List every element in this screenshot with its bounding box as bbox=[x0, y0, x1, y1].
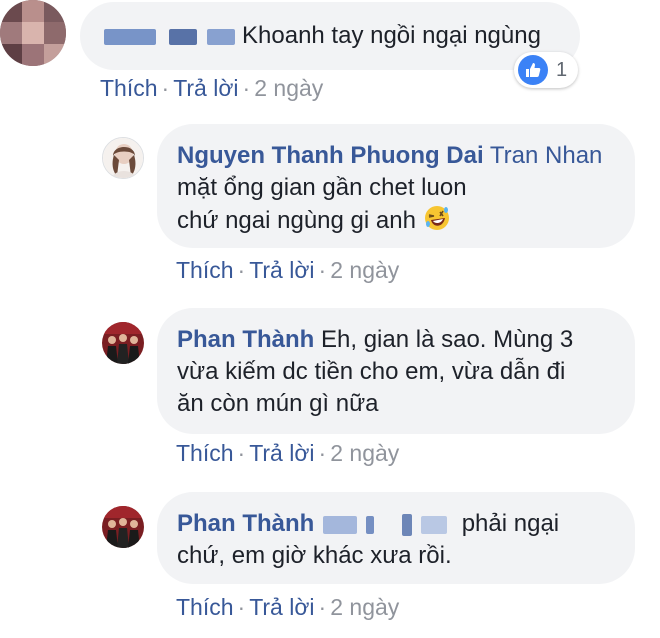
comment-bubble: Khoanh tay ngồi ngại ngùng bbox=[80, 2, 580, 70]
comment-text: chứ ngai ngùng gi anh bbox=[177, 207, 416, 234]
author-name[interactable]: Nguyen Thanh Phuong Dai bbox=[177, 142, 484, 169]
like-link[interactable]: Thích bbox=[176, 594, 234, 620]
reaction-badge[interactable]: 1 bbox=[514, 52, 578, 88]
rolling-laughing-emoji-icon bbox=[423, 204, 451, 241]
separator-dot: · bbox=[318, 257, 327, 283]
comment-bubble: Phan Thành phải ngại chứ, em giờ khác xư… bbox=[157, 492, 635, 584]
comment-text: Eh, gian là sao. Mùng 3 bbox=[321, 326, 574, 353]
author-name[interactable]: Phan Thành bbox=[177, 510, 314, 537]
avatar[interactable] bbox=[0, 0, 66, 66]
comment-actions: Thích · Trả lời · 2 ngày bbox=[176, 256, 399, 284]
redacted-author-name[interactable] bbox=[104, 28, 156, 45]
comment-text: Khoanh tay ngồi ngại ngùng bbox=[242, 22, 541, 49]
avatar[interactable] bbox=[102, 322, 144, 364]
separator-dot: · bbox=[242, 75, 251, 101]
timestamp[interactable]: 2 ngày bbox=[330, 440, 399, 466]
separator-dot: · bbox=[237, 440, 246, 466]
like-link[interactable]: Thích bbox=[176, 440, 234, 466]
separator-dot: · bbox=[318, 594, 327, 620]
comment-text: ăn còn mún gì nữa bbox=[177, 390, 379, 417]
avatar[interactable] bbox=[102, 137, 144, 179]
redacted-mention[interactable] bbox=[421, 515, 448, 534]
redacted-mention[interactable] bbox=[402, 513, 413, 536]
author-name[interactable]: Phan Thành bbox=[177, 326, 314, 353]
thumbs-up-icon bbox=[518, 55, 548, 85]
separator-dot: · bbox=[237, 594, 246, 620]
reply-link[interactable]: Trả lời bbox=[249, 440, 314, 466]
comment-text: vừa kiếm dc tiền cho em, vừa dẫn đi bbox=[177, 358, 566, 385]
comment-actions: Thích · Trả lời · 2 ngày bbox=[176, 593, 399, 621]
comment-text: chứ, em giờ khác xưa rồi. bbox=[177, 542, 452, 569]
comment-bubble: Phan Thành Eh, gian là sao. Mùng 3 vừa k… bbox=[157, 308, 635, 434]
comment-actions: Thích · Trả lời · 2 ngày bbox=[176, 439, 399, 467]
redacted-author-name[interactable] bbox=[168, 28, 197, 45]
mention-tag[interactable]: Tran Nhan bbox=[490, 142, 603, 169]
comment-text: phải ngại bbox=[461, 510, 560, 537]
like-link[interactable]: Thích bbox=[100, 75, 158, 101]
timestamp[interactable]: 2 ngày bbox=[254, 75, 323, 101]
comment-bubble: Nguyen Thanh Phuong Dai Tran Nhan mặt ổn… bbox=[157, 124, 635, 248]
comment-actions: Thích · Trả lời · 2 ngày bbox=[100, 74, 323, 102]
timestamp[interactable]: 2 ngày bbox=[330, 257, 399, 283]
redacted-mention[interactable] bbox=[323, 515, 358, 534]
comment-text: mặt ổng gian gần chet luon bbox=[177, 174, 467, 201]
reply-link[interactable]: Trả lời bbox=[249, 257, 314, 283]
reaction-count: 1 bbox=[556, 58, 568, 81]
timestamp[interactable]: 2 ngày bbox=[330, 594, 399, 620]
separator-dot: · bbox=[161, 75, 170, 101]
separator-dot: · bbox=[237, 257, 246, 283]
redacted-author-name[interactable] bbox=[207, 28, 236, 45]
redacted-mention[interactable] bbox=[365, 515, 374, 534]
separator-dot: · bbox=[318, 440, 327, 466]
avatar[interactable] bbox=[102, 506, 144, 548]
reply-link[interactable]: Trả lời bbox=[249, 594, 314, 620]
like-link[interactable]: Thích bbox=[176, 257, 234, 283]
reply-link[interactable]: Trả lời bbox=[173, 75, 238, 101]
